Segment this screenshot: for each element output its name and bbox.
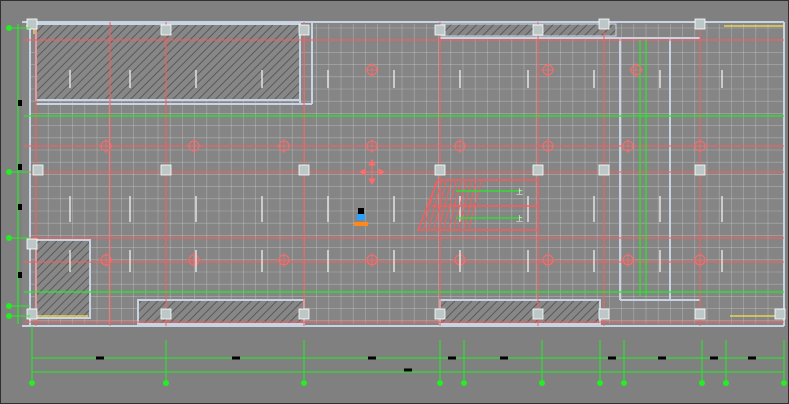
dim-bubble <box>723 380 729 386</box>
dim-bubble <box>699 380 705 386</box>
dim-text-mark <box>232 356 240 360</box>
column <box>598 18 610 30</box>
hatch-zone-bottom-left <box>35 239 91 319</box>
column <box>532 164 544 176</box>
column <box>298 24 310 36</box>
axis-tick <box>18 164 22 170</box>
column <box>694 308 706 320</box>
stair-label-upper: 上 <box>516 187 523 196</box>
column <box>434 308 446 320</box>
column <box>298 164 310 176</box>
column <box>532 308 544 320</box>
hatch-zone-bottom-right <box>439 299 601 325</box>
dim-text-mark <box>96 356 104 360</box>
column <box>434 24 446 36</box>
hatch-zone-top-right <box>439 23 617 37</box>
dim-bubble <box>29 380 35 386</box>
column <box>694 18 706 30</box>
dim-text-mark <box>500 356 508 360</box>
cad-viewport[interactable]: 上 上 <box>0 0 789 404</box>
dim-text-mark <box>608 356 616 360</box>
axis-tick <box>18 204 22 210</box>
column <box>26 308 38 320</box>
column <box>160 308 172 320</box>
column <box>32 164 44 176</box>
dim-bubble <box>301 380 307 386</box>
column <box>26 238 38 250</box>
dim-text-mark <box>710 356 718 360</box>
column <box>160 164 172 176</box>
column <box>774 308 786 320</box>
column <box>598 164 610 176</box>
column <box>532 24 544 36</box>
column <box>434 164 446 176</box>
dim-bubble <box>461 380 467 386</box>
dim-bubble <box>539 380 545 386</box>
dimension-lines <box>31 326 784 384</box>
column <box>598 308 610 320</box>
dim-text-mark <box>404 368 412 372</box>
floor-plan-drawing[interactable]: 上 上 <box>0 0 789 404</box>
dim-bubble <box>781 380 787 386</box>
dim-text-mark <box>748 356 756 360</box>
column <box>160 24 172 36</box>
dim-bubble <box>621 380 627 386</box>
dimension-ticks <box>29 340 787 386</box>
dim-text-mark <box>368 356 376 360</box>
axis-tick <box>18 100 22 106</box>
dim-bubble <box>597 380 603 386</box>
dim-bubble <box>437 380 443 386</box>
dim-text-mark <box>658 356 666 360</box>
column <box>298 308 310 320</box>
dim-text-mark <box>448 356 456 360</box>
stair-label-lower: 上 <box>516 214 523 223</box>
axis-tick <box>18 272 22 278</box>
dim-bubble <box>163 380 169 386</box>
column <box>694 164 706 176</box>
hatch-zone-top-left <box>35 23 301 101</box>
